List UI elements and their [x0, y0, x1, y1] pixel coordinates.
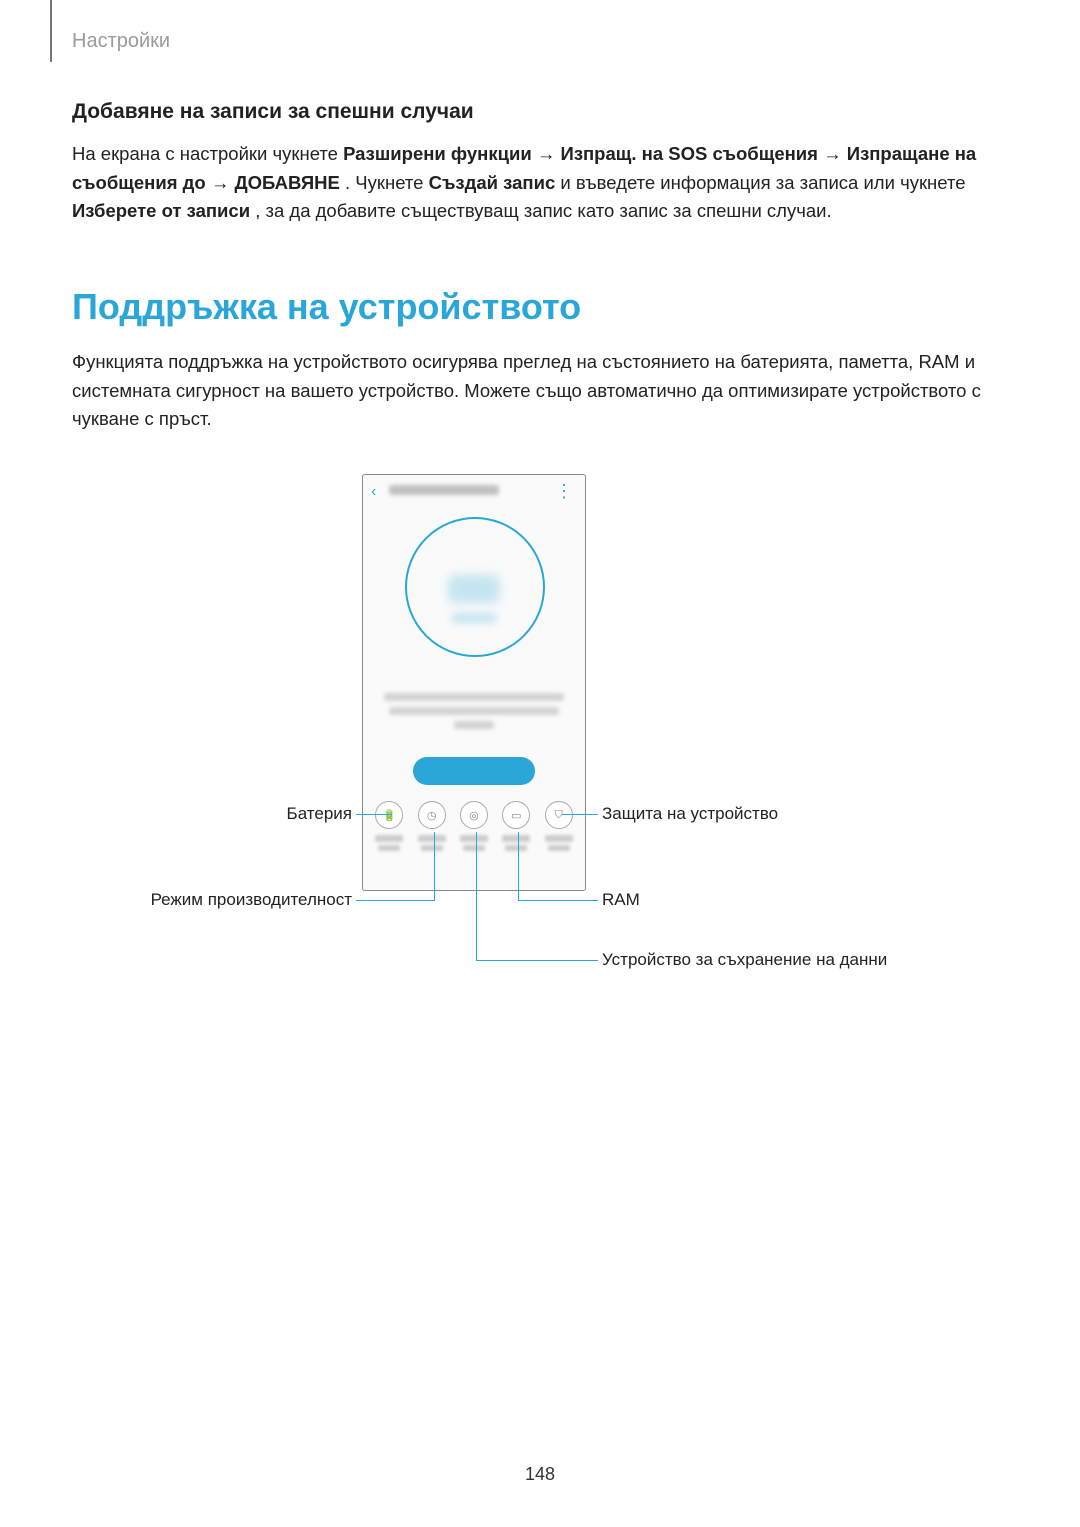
header-rule — [50, 0, 52, 62]
arrow: → — [211, 172, 235, 193]
figure: ‹ ⋮ 🔋 ◷ — [72, 474, 1012, 1014]
text: и въведете информация за записа или чукн… — [560, 172, 965, 193]
paragraph-2: Функцията поддръжка на устройството осиг… — [72, 348, 1012, 434]
text: На екрана с настройки чукнете — [72, 143, 343, 164]
arrow: → — [537, 143, 561, 164]
leader-line — [434, 832, 435, 901]
battery-icon: 🔋 — [375, 801, 403, 829]
label-storage: Устройство за съхранение на данни — [602, 950, 887, 970]
label-security: Защита на устройство — [602, 804, 778, 824]
ram-icon: ▭ — [502, 801, 530, 829]
gauge-icon: ◷ — [418, 801, 446, 829]
text: , за да добавите съществуващ запис като … — [255, 200, 831, 221]
storage-item[interactable]: ◎ — [454, 801, 494, 851]
label-battery: Батерия — [72, 804, 352, 824]
bold: Разширени функции — [343, 143, 532, 164]
bold: Създай запис — [429, 172, 556, 193]
more-icon[interactable]: ⋮ — [555, 481, 573, 502]
label-ram: RAM — [602, 890, 640, 910]
shield-icon: ⛉ — [545, 801, 573, 829]
leader-line — [476, 960, 598, 961]
info-text-blur — [381, 693, 567, 735]
phone-header: ‹ ⋮ — [363, 475, 585, 505]
score-label-blur — [451, 613, 497, 623]
leader-line — [476, 832, 477, 961]
label-perf-mode: Режим производителност — [72, 890, 352, 910]
arrow: → — [823, 143, 847, 164]
leader-line — [356, 900, 434, 901]
text: . Чукнете — [345, 172, 429, 193]
leader-line — [562, 814, 598, 815]
back-icon[interactable]: ‹ — [371, 483, 376, 501]
battery-item[interactable]: 🔋 — [369, 801, 409, 851]
blurred-title — [389, 485, 499, 495]
storage-icon: ◎ — [460, 801, 488, 829]
leader-line — [518, 900, 598, 901]
bold: Изпращ. на SOS съобщения — [561, 143, 818, 164]
score-value-blur — [448, 575, 500, 603]
page-number: 148 — [0, 1464, 1080, 1485]
sub-heading: Добавяне на записи за спешни случаи — [72, 100, 1012, 124]
bold: ДОБАВЯНЕ — [234, 172, 339, 193]
phone-screenshot: ‹ ⋮ 🔋 ◷ — [362, 474, 586, 891]
leader-line — [356, 814, 392, 815]
leader-line — [518, 832, 519, 901]
bold: Изберете от записи — [72, 200, 250, 221]
breadcrumb: Настройки — [72, 30, 170, 53]
page-content: Добавяне на записи за спешни случаи На е… — [72, 100, 1012, 1014]
main-heading: Поддръжка на устройството — [72, 286, 1012, 328]
performance-item[interactable]: ◷ — [412, 801, 452, 851]
paragraph-1: На екрана с настройки чукнете Разширени … — [72, 140, 1012, 226]
security-item[interactable]: ⛉ — [539, 801, 579, 851]
ram-item[interactable]: ▭ — [496, 801, 536, 851]
icon-row: 🔋 ◷ ◎ ▭ ⛉ — [363, 801, 585, 851]
optimize-button[interactable] — [413, 757, 535, 785]
